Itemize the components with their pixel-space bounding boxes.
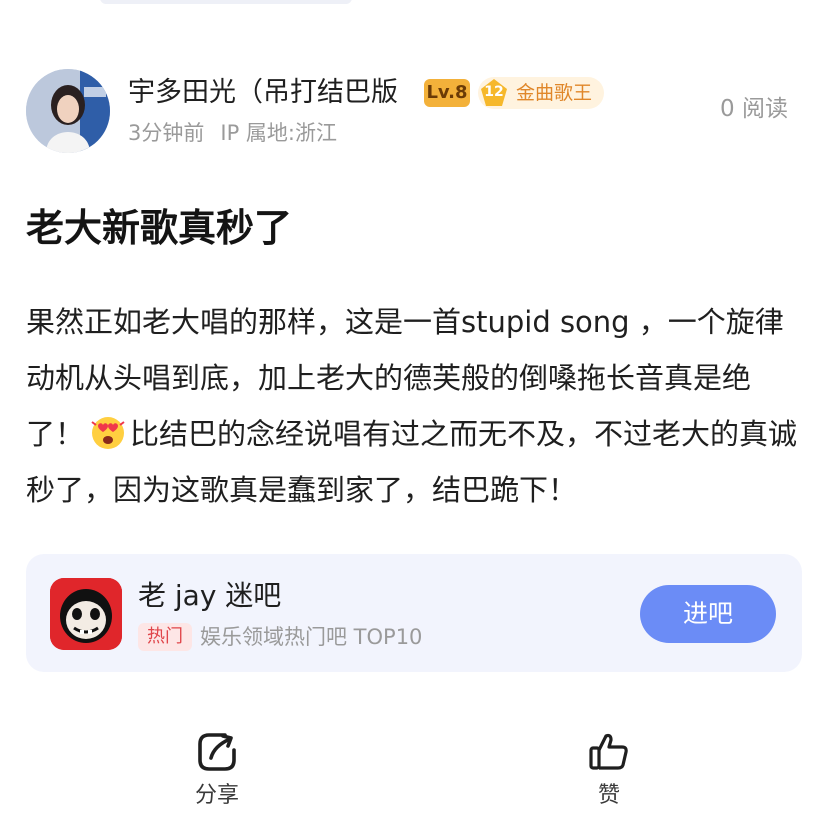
thumbs-up-icon: [589, 733, 628, 770]
post-title: 老大新歌真秒了: [26, 206, 293, 250]
share-label: 分享: [194, 783, 239, 808]
forum-name: 老 jay 迷吧: [138, 579, 282, 612]
like-label: 赞: [597, 783, 620, 808]
top-pill: [100, 0, 352, 4]
like-button[interactable]: 赞: [564, 730, 654, 816]
honor-title: 金曲歌王: [516, 82, 593, 104]
forum-avatar: [50, 578, 122, 650]
share-icon: [198, 733, 236, 771]
forum-card[interactable]: 老 jay 迷吧 热门 娱乐领域热门吧 TOP10 进吧: [26, 554, 802, 672]
author-header: 宇多田光（吊打结巴版 Lv.8 12 金曲歌王 3分钟前 IP 属地:浙江 0 阅…: [26, 69, 802, 153]
author-avatar[interactable]: [26, 69, 110, 153]
post-time: 3分钟前: [128, 121, 205, 145]
ip-location: IP 属地:浙江: [220, 121, 337, 145]
author-name[interactable]: 宇多田光（吊打结巴版: [128, 75, 398, 111]
share-button[interactable]: 分享: [172, 730, 262, 816]
post-body: 果然正如老大唱的那样，这是一首stupid song ，一个旋律动机从头唱到底，…: [26, 294, 806, 518]
honor-level: 12: [484, 84, 504, 100]
honor-badge: 12 金曲歌王: [478, 77, 604, 109]
level-badge: Lv.8: [424, 79, 470, 107]
forum-description: 娱乐领域热门吧 TOP10: [200, 625, 423, 649]
hot-tag: 热门: [138, 623, 192, 651]
post-meta: 3分钟前 IP 属地:浙江: [128, 119, 337, 147]
read-count: 0 阅读: [720, 96, 788, 122]
heart-eyes-emoji-icon: [91, 417, 125, 449]
enter-forum-button[interactable]: 进吧: [640, 585, 776, 643]
post-body-text-2: 比结巴的念经说唱有过之而无不及，不过老大的真诚秒了，因为这歌真是蠢到家了，结巴跪…: [26, 417, 798, 507]
